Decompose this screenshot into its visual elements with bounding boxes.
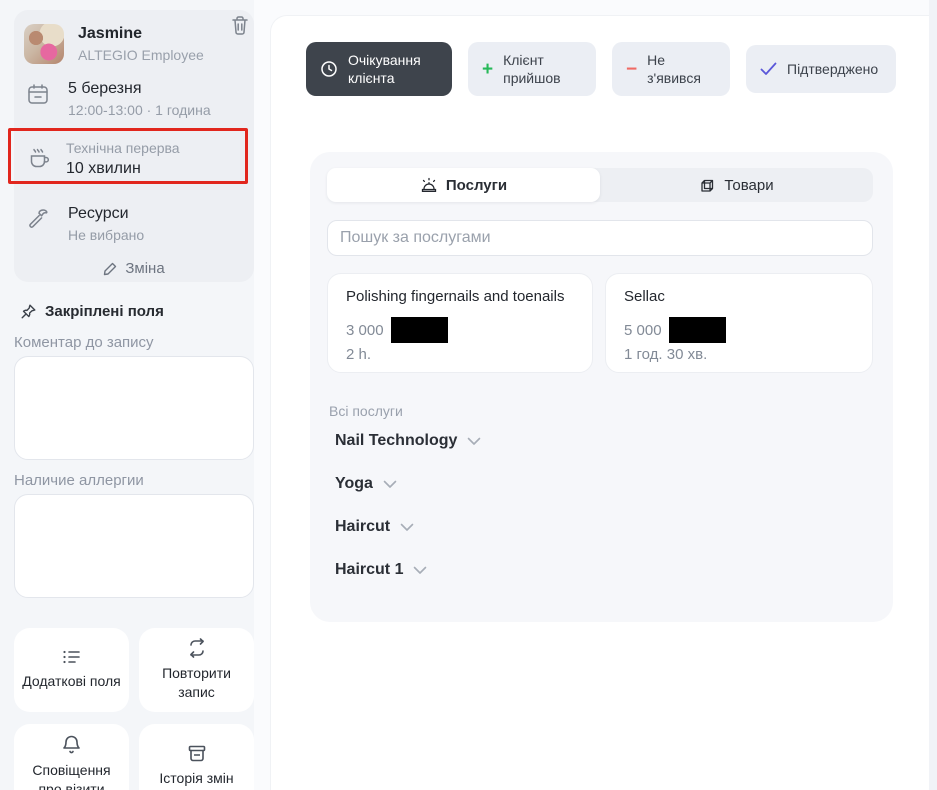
category-yoga[interactable]: Yoga bbox=[327, 462, 876, 505]
comment-field-label: Коментар до запису bbox=[14, 334, 154, 351]
resources-row[interactable]: Ресурси Не вибрано bbox=[26, 205, 144, 243]
cube-icon bbox=[699, 177, 716, 194]
status-label: Підтверджено bbox=[787, 60, 878, 78]
service-name: Polishing fingernails and toenails bbox=[346, 288, 574, 305]
trash-icon bbox=[231, 15, 249, 35]
visit-notifications-button[interactable]: Сповіщення про візити bbox=[14, 724, 129, 790]
category-haircut[interactable]: Haircut bbox=[327, 505, 876, 548]
status-confirmed-button[interactable]: Підтверджено bbox=[746, 45, 896, 93]
service-price: 5 000 bbox=[624, 322, 662, 339]
appointment-date: 5 березня bbox=[68, 80, 211, 98]
client-role: ALTEGIO Employee bbox=[78, 47, 204, 63]
tab-services[interactable]: Послуги bbox=[327, 168, 600, 202]
appointment-summary-card: Jasmine ALTEGIO Employee bbox=[14, 10, 254, 282]
service-search-input[interactable] bbox=[327, 220, 873, 256]
tab-bar: Послуги Товари bbox=[327, 168, 873, 202]
archive-icon bbox=[187, 744, 207, 763]
all-services-label: Всі послуги bbox=[329, 403, 876, 419]
service-duration: 2 h. bbox=[346, 346, 574, 363]
status-label: Клієнт прийшов bbox=[503, 51, 582, 87]
scrollbar-track[interactable] bbox=[929, 0, 937, 790]
category-haircut-1[interactable]: Haircut 1 bbox=[327, 548, 876, 591]
repeat-icon bbox=[187, 638, 207, 658]
appointment-window: Jasmine ALTEGIO Employee bbox=[0, 0, 937, 790]
avatar bbox=[24, 24, 64, 64]
edit-link-label: Зміна bbox=[125, 260, 164, 277]
clock-icon bbox=[320, 60, 338, 78]
calendar-icon bbox=[26, 80, 56, 118]
list-icon bbox=[62, 648, 82, 666]
category-name: Haircut bbox=[335, 518, 390, 536]
chevron-down-icon bbox=[383, 480, 397, 489]
service-duration: 1 год. 30 хв. bbox=[624, 346, 854, 363]
service-name: Sellac bbox=[624, 288, 854, 305]
pinned-fields-header: Закріплені поля bbox=[20, 303, 164, 320]
tab-goods[interactable]: Товари bbox=[600, 168, 873, 202]
client-name: Jasmine bbox=[78, 25, 204, 43]
check-icon bbox=[760, 62, 777, 76]
pencil-icon bbox=[103, 261, 118, 276]
bell-icon bbox=[62, 734, 81, 755]
services-panel: Послуги Товари Polishing fingernails and… bbox=[310, 152, 893, 622]
resources-label: Ресурси bbox=[68, 205, 144, 223]
additional-fields-button[interactable]: Додаткові поля bbox=[14, 628, 129, 712]
sidebar: Jasmine ALTEGIO Employee bbox=[0, 0, 254, 790]
tab-label: Товари bbox=[724, 177, 773, 194]
status-buttons: Очікування клієнта + Клієнт прийшов − Не… bbox=[306, 42, 896, 96]
client-row[interactable]: Jasmine ALTEGIO Employee bbox=[24, 24, 244, 64]
action-label: Історія змін bbox=[159, 769, 233, 788]
action-label: Додаткові поля bbox=[22, 672, 121, 691]
status-no-show-button[interactable]: − Не з'явився bbox=[612, 42, 730, 96]
main-panel: Очікування клієнта + Клієнт прийшов − Не… bbox=[271, 16, 929, 790]
tech-break-row[interactable]: Технічна перерва 10 хвилин bbox=[26, 140, 180, 178]
service-price: 3 000 bbox=[346, 322, 384, 339]
sidebar-actions: Додаткові поля Повторити запис bbox=[14, 628, 254, 790]
status-arrived-button[interactable]: + Клієнт прийшов bbox=[468, 42, 596, 96]
repeat-appointment-button[interactable]: Повторити запис bbox=[139, 628, 254, 712]
appointment-time: 12:00-13:00 · 1 година bbox=[68, 102, 211, 118]
minus-icon: − bbox=[626, 60, 637, 79]
allergy-field[interactable] bbox=[14, 494, 254, 598]
tech-break-value: 10 хвилин bbox=[66, 160, 180, 178]
date-row[interactable]: 5 березня 12:00-13:00 · 1 година bbox=[26, 80, 211, 118]
hammer-icon bbox=[26, 205, 56, 243]
redacted-currency bbox=[669, 317, 726, 343]
edit-appointment-link[interactable]: Зміна bbox=[14, 260, 254, 277]
tab-label: Послуги bbox=[446, 177, 507, 194]
status-label: Не з'явився bbox=[647, 51, 716, 87]
category-name: Yoga bbox=[335, 475, 373, 493]
service-card[interactable]: Polishing fingernails and toenails 3 000… bbox=[327, 273, 593, 373]
tech-break-label: Технічна перерва bbox=[66, 140, 180, 156]
pin-icon bbox=[20, 303, 37, 320]
status-label: Очікування клієнта bbox=[348, 51, 438, 87]
chevron-down-icon bbox=[400, 523, 414, 532]
delete-button[interactable] bbox=[228, 13, 252, 37]
change-history-button[interactable]: Історія змін bbox=[139, 724, 254, 790]
category-name: Haircut 1 bbox=[335, 561, 403, 579]
plus-icon: + bbox=[482, 60, 493, 79]
pinned-services: Polishing fingernails and toenails 3 000… bbox=[327, 273, 876, 373]
chevron-down-icon bbox=[467, 437, 481, 446]
resources-value: Не вибрано bbox=[68, 227, 144, 243]
service-bell-icon bbox=[420, 177, 438, 194]
pinned-fields-title: Закріплені поля bbox=[45, 303, 164, 320]
service-card[interactable]: Sellac 5 000 1 год. 30 хв. bbox=[605, 273, 873, 373]
status-waiting-button[interactable]: Очікування клієнта bbox=[306, 42, 452, 96]
action-label: Повторити запис bbox=[145, 664, 248, 702]
allergy-field-label: Наличие аллергии bbox=[14, 472, 144, 489]
chevron-down-icon bbox=[413, 566, 427, 575]
coffee-cup-icon bbox=[26, 140, 56, 178]
category-nail-technology[interactable]: Nail Technology bbox=[327, 419, 876, 462]
action-label: Сповіщення про візити bbox=[20, 761, 123, 790]
category-name: Nail Technology bbox=[335, 432, 457, 450]
comment-field[interactable] bbox=[14, 356, 254, 460]
redacted-currency bbox=[391, 317, 448, 343]
